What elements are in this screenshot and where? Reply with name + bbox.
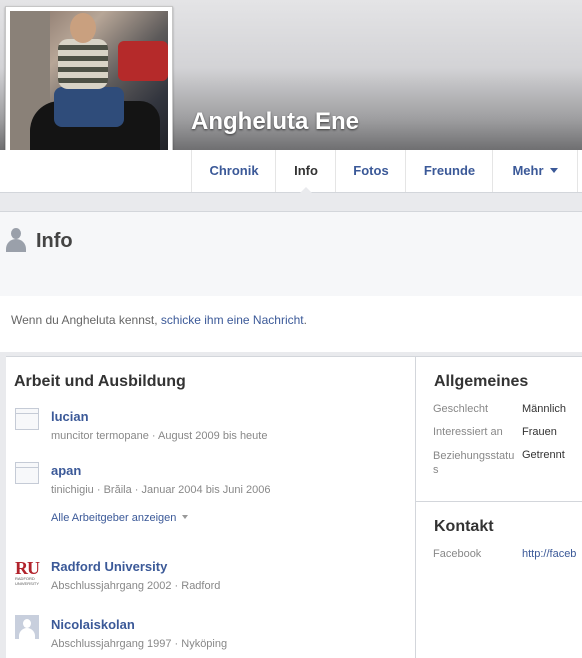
school-name[interactable]: Radford University xyxy=(51,559,167,574)
employer-icon xyxy=(15,408,39,430)
tab-chronik-label: Chronik xyxy=(209,163,259,178)
message-prefix: Wenn du Angheluta kennst, xyxy=(11,313,161,327)
employer-detail: tinichigiu · Brăila · Januar 2004 bis Ju… xyxy=(51,484,271,496)
profile-tab-bar: Chronik Info Fotos Freunde Mehr xyxy=(0,150,582,193)
facebook-link[interactable]: http://faceb xyxy=(522,548,576,560)
tab-fotos[interactable]: Fotos xyxy=(335,150,406,192)
gender-value: Männlich xyxy=(522,403,567,415)
info-title: Info xyxy=(36,230,73,252)
general-title: Allgemeines xyxy=(434,373,529,390)
show-all-employers-link[interactable]: Alle Arbeitgeber anzeigen xyxy=(51,512,189,524)
relationship-status-value: Getrennt xyxy=(522,449,565,461)
interested-in-value: Frauen xyxy=(522,426,557,438)
chevron-down-icon xyxy=(549,168,558,173)
profile-name[interactable]: Angheluta Ene xyxy=(191,108,359,136)
school-name[interactable]: Nicolaiskolan xyxy=(51,617,135,632)
tab-chronik[interactable]: Chronik xyxy=(191,150,276,192)
school-detail: Abschlussjahrgang 1997 · Nyköping xyxy=(51,638,228,650)
tab-fotos-label: Fotos xyxy=(353,163,389,178)
facebook-label: Facebook xyxy=(433,548,482,560)
tab-info-label: Info xyxy=(294,163,318,178)
profile-photo xyxy=(10,11,168,169)
info-section-header: Info xyxy=(0,211,582,297)
work-education-title: Arbeit und Ausbildung xyxy=(14,373,186,390)
interested-in-label: Interessiert an xyxy=(433,426,503,438)
show-all-employers-label: Alle Arbeitgeber anzeigen xyxy=(51,512,177,524)
contact-title: Kontakt xyxy=(434,518,494,535)
school-icon xyxy=(15,615,39,639)
relationship-status-label: Beziehungsstatus xyxy=(433,450,515,476)
logo-text: RU xyxy=(15,558,40,578)
employer-name[interactable]: apan xyxy=(51,463,81,478)
radford-university-logo: RU RADFORD UNIVERSITY xyxy=(15,558,41,586)
tab-mehr-label: Mehr xyxy=(512,163,544,178)
profile-picture[interactable] xyxy=(5,6,173,174)
message-area: Wenn du Angheluta kennst, schicke ihm ei… xyxy=(0,296,582,352)
chevron-down-icon xyxy=(182,515,189,519)
tab-freunde-label: Freunde xyxy=(423,163,476,178)
employer-detail: muncitor termopane · August 2009 bis heu… xyxy=(51,430,268,442)
tab-info[interactable]: Info xyxy=(275,150,336,193)
employer-name[interactable]: lucian xyxy=(51,409,89,424)
employer-icon xyxy=(15,462,39,484)
tab-mehr[interactable]: Mehr xyxy=(492,150,578,192)
tab-freunde[interactable]: Freunde xyxy=(405,150,493,192)
message-prompt: Wenn du Angheluta kennst, schicke ihm ei… xyxy=(11,313,307,327)
gender-label: Geschlecht xyxy=(433,403,489,415)
send-message-link[interactable]: schicke ihm eine Nachricht xyxy=(161,313,304,327)
work-education-panel xyxy=(6,356,416,658)
school-detail: Abschlussjahrgang 2002 · Radford xyxy=(51,580,221,592)
message-suffix: . xyxy=(303,313,307,327)
person-icon xyxy=(6,228,26,252)
